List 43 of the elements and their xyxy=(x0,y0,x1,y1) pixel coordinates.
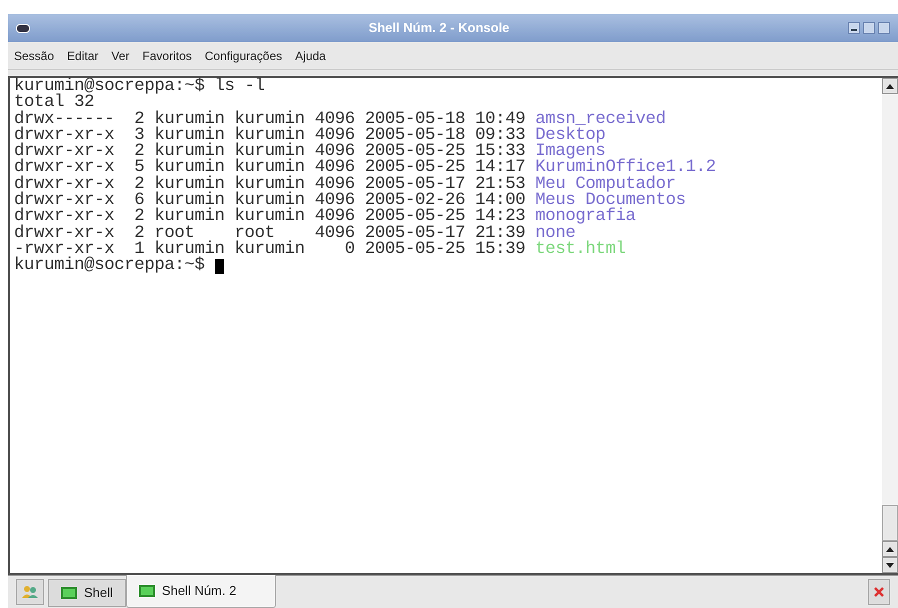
file-name: amsn_received xyxy=(535,112,666,128)
window-menu-icon[interactable] xyxy=(16,24,30,32)
terminal-line: drwx------ 2 kurumin kurumin 4096 2005-05-18 10:49 xyxy=(14,112,526,128)
up-arrow-icon xyxy=(886,546,894,552)
scroll-up-button[interactable] xyxy=(882,78,898,94)
minimize-button[interactable] xyxy=(848,22,860,34)
menu-item[interactable]: Configurações xyxy=(204,46,282,64)
terminal-icon xyxy=(138,585,155,597)
session-tab[interactable]: Shell xyxy=(48,579,126,607)
file-name: Desktop xyxy=(535,128,606,144)
menu-item[interactable]: Editar xyxy=(67,46,98,64)
menu-item[interactable]: Favoritos xyxy=(142,46,192,64)
menu-item[interactable]: Ver xyxy=(111,46,130,64)
scrollbar[interactable] xyxy=(882,78,898,573)
close-button[interactable] xyxy=(878,22,890,34)
close-icon xyxy=(873,586,885,598)
menu-item[interactable]: Sessão xyxy=(14,46,54,64)
new-session-button[interactable] xyxy=(16,579,44,605)
minimize-icon xyxy=(851,29,857,31)
session-tab[interactable]: Shell Núm. 2 xyxy=(126,575,276,608)
terminal-line: kurumin@socreppa:~$ ls -l xyxy=(14,79,265,96)
file-name: Meu Computador xyxy=(535,176,676,194)
scroll-up-button[interactable] xyxy=(882,541,898,557)
file-name: KuruminOffice1.1.2 xyxy=(535,160,716,177)
scroll-down-button[interactable] xyxy=(882,557,898,573)
terminal-line: drwxr-xr-x 2 kurumin kurumin 4096 2005-05-25 14:23 xyxy=(14,209,526,226)
terminal-line: drwxr-xr-x 2 root root 4096 2005-05-17 21:39 xyxy=(14,226,526,242)
terminal-prompt: kurumin@socreppa:~$ xyxy=(14,258,206,275)
close-session-button[interactable] xyxy=(868,579,890,605)
file-name: monografia xyxy=(535,209,636,226)
up-arrow-icon xyxy=(886,84,894,88)
terminal-line: total 32 xyxy=(14,95,94,112)
file-name: Imagens xyxy=(535,144,606,160)
file-name: none xyxy=(535,226,576,242)
down-arrow-icon xyxy=(886,562,894,568)
window-title: Shell Núm. 2 - Konsole xyxy=(368,19,510,38)
people-icon xyxy=(21,585,39,599)
terminal-icon xyxy=(61,587,77,599)
menu-item[interactable]: Ajuda xyxy=(295,46,326,64)
cursor xyxy=(214,258,224,274)
scroll-thumb[interactable] xyxy=(882,505,898,541)
terminal-line: drwxr-xr-x 5 kurumin kurumin 4096 2005-05-25 14:17 xyxy=(14,160,526,177)
file-name: test.html xyxy=(535,242,626,258)
